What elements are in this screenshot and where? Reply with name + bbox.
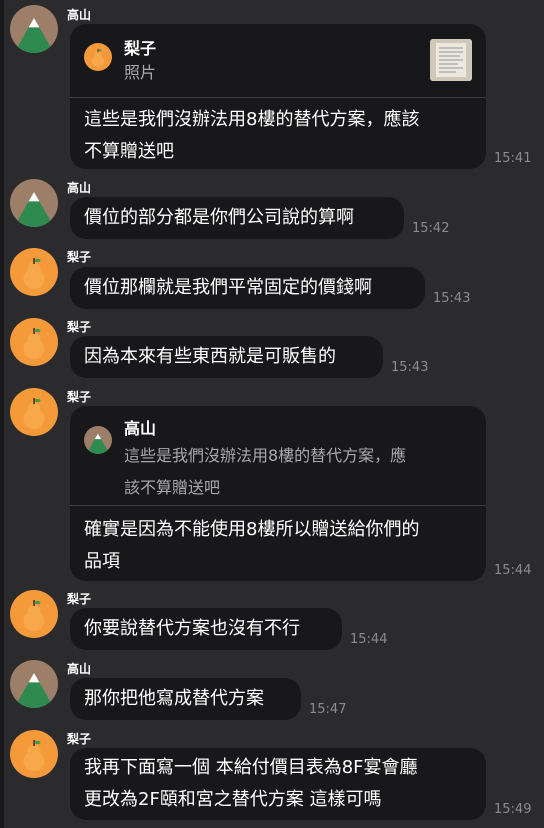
photo-thumbnail[interactable] (430, 39, 472, 81)
message-bubble[interactable]: 價位的部分都是你們公司說的算啊 (70, 197, 404, 239)
mountain-icon (10, 179, 58, 227)
reply-avatar (84, 43, 112, 71)
message-bubble[interactable]: 高山 這些是我們沒辦法用8樓的替代方案，應 該不算贈送吧 確實是因為不能使用8樓… (70, 406, 486, 581)
reply-sender-name: 梨子 (124, 39, 157, 58)
sender-name: 高山 (67, 8, 92, 22)
sender-name: 高山 (67, 181, 92, 195)
avatar-pear[interactable] (10, 388, 58, 436)
mountain-icon (84, 426, 112, 454)
sender-name: 梨子 (67, 320, 92, 334)
message-bubble[interactable]: 因為本來有些東西就是可販售的 (70, 336, 383, 378)
message-timestamp: 15:44 (350, 632, 388, 647)
sender-name: 梨子 (67, 390, 92, 404)
pear-icon (10, 388, 58, 436)
pear-icon (10, 248, 58, 296)
message-text: 這些是我們沒辦法用8樓的替代方案，應該 不算贈送吧 (84, 109, 420, 162)
reply-preview[interactable]: 高山 這些是我們沒辦法用8樓的替代方案，應 該不算贈送吧 (70, 406, 486, 506)
sender-name: 梨子 (67, 250, 92, 264)
message-timestamp: 15:49 (494, 802, 532, 817)
reply-preview[interactable]: 梨子 照片 (70, 24, 486, 98)
avatar-pear[interactable] (10, 590, 58, 638)
message-bubble[interactable]: 梨子 照片 這些是我們沒辦法用8樓的替代方案，應該 不算贈送吧 (70, 24, 486, 169)
reply-quoted-text: 這些是我們沒辦法用8樓的替代方案，應 該不算贈送吧 (124, 446, 407, 497)
message-text: 價位那欄就是我們平常固定的價錢啊 (84, 277, 372, 298)
message-text: 我再下面寫一個 本給付價目表為8F宴會廳 更改為2F頤和宮之替代方案 這樣可嗎 (84, 757, 418, 810)
message-timestamp: 15:41 (494, 151, 532, 166)
mountain-icon (10, 5, 58, 53)
pear-icon (10, 590, 58, 638)
sender-name: 高山 (67, 662, 92, 676)
mountain-icon (10, 660, 58, 708)
message-bubble[interactable]: 我再下面寫一個 本給付價目表為8F宴會廳 更改為2F頤和宮之替代方案 這樣可嗎 (70, 748, 486, 820)
message-timestamp: 15:43 (433, 291, 471, 306)
message-timestamp: 15:44 (494, 563, 532, 578)
sender-name: 梨子 (67, 732, 92, 746)
left-edge-strip (0, 0, 4, 828)
message-text: 確實是因為不能使用8樓所以贈送給你們的 品項 (84, 519, 420, 572)
pear-icon (84, 43, 112, 71)
reply-avatar (84, 426, 112, 454)
message-text: 那你把他寫成替代方案 (84, 688, 264, 709)
avatar-mountain[interactable] (10, 5, 58, 53)
pear-icon (10, 318, 58, 366)
avatar-mountain[interactable] (10, 179, 58, 227)
avatar-pear[interactable] (10, 318, 58, 366)
sender-name: 梨子 (67, 592, 92, 606)
message-text: 你要說替代方案也沒有不行 (84, 618, 300, 639)
message-timestamp: 15:42 (412, 221, 450, 236)
reply-content-label: 照片 (124, 63, 157, 82)
avatar-pear[interactable] (10, 248, 58, 296)
reply-sender-name: 高山 (124, 419, 157, 438)
message-bubble[interactable]: 你要說替代方案也沒有不行 (70, 608, 342, 650)
avatar-mountain[interactable] (10, 660, 58, 708)
message-text: 因為本來有些東西就是可販售的 (84, 346, 336, 367)
pear-icon (10, 730, 58, 778)
message-bubble[interactable]: 價位那欄就是我們平常固定的價錢啊 (70, 267, 425, 309)
message-bubble[interactable]: 那你把他寫成替代方案 (70, 678, 301, 720)
message-text: 價位的部分都是你們公司說的算啊 (84, 207, 354, 228)
avatar-pear[interactable] (10, 730, 58, 778)
message-timestamp: 15:43 (391, 360, 429, 375)
message-timestamp: 15:47 (309, 702, 347, 717)
